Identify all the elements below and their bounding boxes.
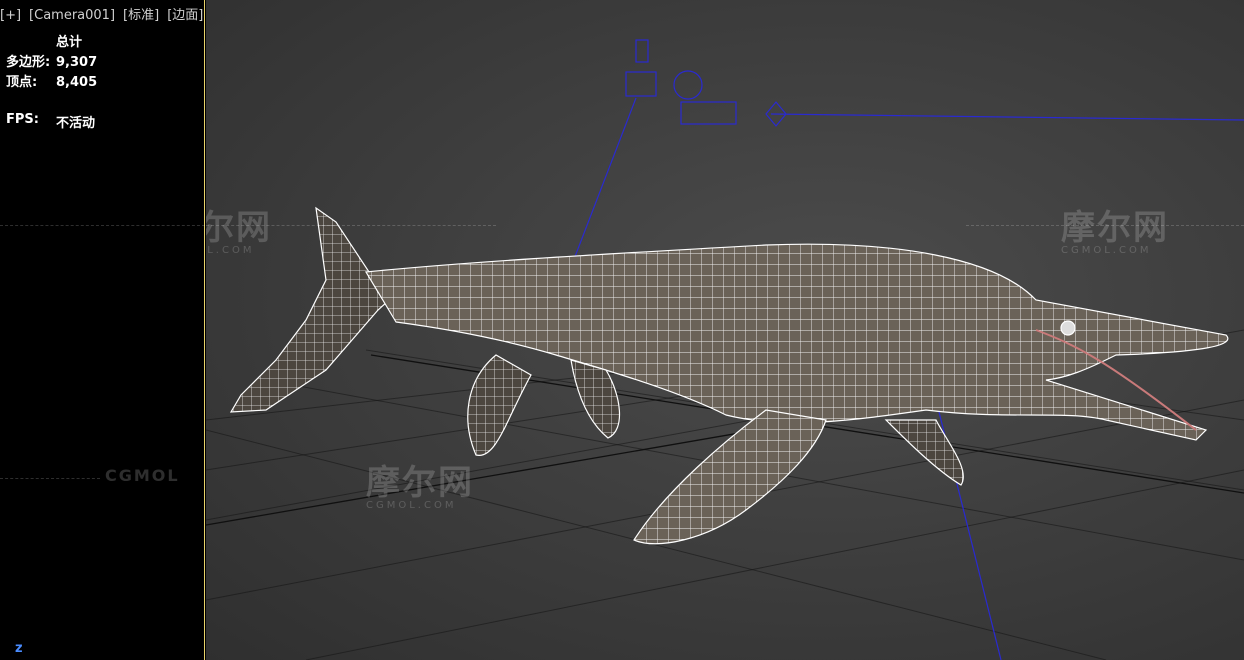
camera-viewport[interactable]: 摩尔网 CGMOL.COM 摩尔网 CGMOL.COM 摩尔网 CGMOL.CO… — [206, 0, 1244, 660]
watermark-main-3: 摩尔网 — [366, 463, 474, 503]
watermark-text-1: 摩尔网 CGMOL.COM — [206, 200, 272, 256]
left-watermark-line-2 — [0, 478, 100, 479]
scene-canvas[interactable] — [206, 0, 1244, 660]
fps-readout: FPS: 不活动 — [6, 112, 95, 131]
viewport-edged-faces-menu[interactable]: [边面] — [167, 8, 203, 23]
polygons-label: 多边形: — [6, 55, 51, 70]
left-watermark-line — [0, 225, 205, 226]
vertices-value: 8,405 — [56, 75, 98, 90]
left-viewport-panel[interactable]: [+] [Camera001] [标准] [边面] 总计 多边形: 9,307 顶点: 8… — [0, 0, 205, 660]
fps-label: FPS: — [6, 112, 39, 127]
watermark-left-text: CGMOL — [105, 466, 180, 485]
axis-z-label: z — [15, 641, 23, 656]
viewport-label-menu[interactable]: [+] [Camera001] [标准] [边面] — [0, 4, 211, 23]
polygons-value: 9,307 — [56, 55, 98, 70]
statistics-overlay: 总计 多边形: 9,307 顶点: 8,405 — [6, 33, 97, 93]
viewport-shading-standard-menu[interactable]: [标准] — [123, 8, 159, 23]
watermark-main-2: 摩尔网 — [1061, 208, 1169, 248]
stats-header: 总计 — [56, 35, 83, 50]
watermark-text-2: 摩尔网 CGMOL.COM — [1061, 200, 1169, 256]
viewport-camera-menu[interactable]: [Camera001] — [29, 8, 115, 23]
viewport-plus-menu[interactable]: [+] — [0, 8, 21, 23]
watermark-text-3: 摩尔网 CGMOL.COM — [366, 455, 474, 511]
watermark-main-1: 摩尔网 — [206, 208, 272, 248]
vertices-label: 顶点: — [6, 75, 38, 90]
fps-value: 不活动 — [56, 116, 96, 131]
